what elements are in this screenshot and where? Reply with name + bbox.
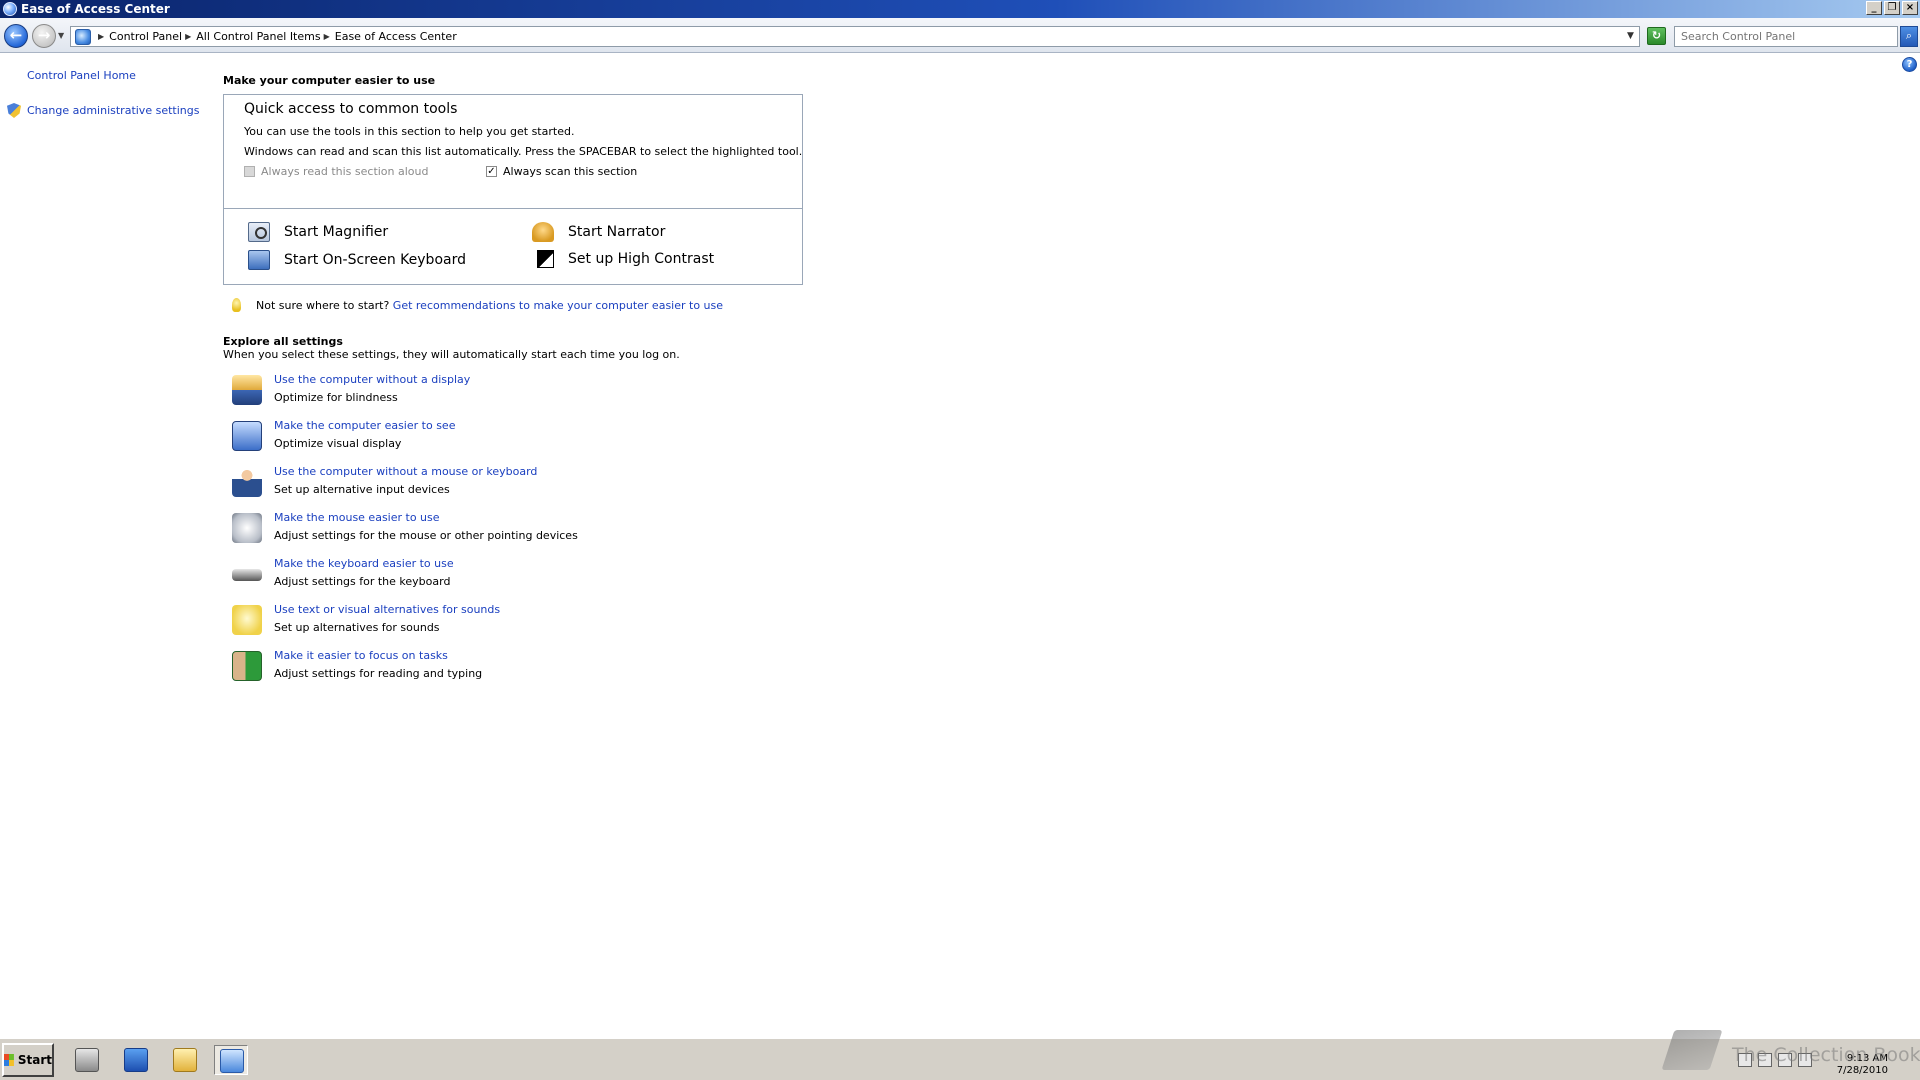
help-icon[interactable]: ?: [1902, 57, 1917, 72]
book-icon: [1661, 1030, 1723, 1070]
high-contrast-icon: [537, 250, 554, 268]
setting-desc: Optimize visual display: [274, 437, 402, 450]
close-button[interactable]: ×: [1902, 1, 1918, 15]
start-magnifier-label: Start Magnifier: [284, 224, 389, 240]
taskbar-explorer[interactable]: [168, 1045, 202, 1075]
read-aloud-checkbox[interactable]: Always read this section aloud: [244, 165, 429, 178]
start-label: Start: [17, 1053, 52, 1067]
speech-bubble-icon: [232, 605, 262, 635]
start-on-screen-keyboard-button[interactable]: Start On-Screen Keyboard: [248, 250, 466, 270]
setting-link[interactable]: Use the computer without a display: [274, 373, 470, 386]
explore-settings-title: Explore all settings: [223, 335, 343, 348]
tip-prefix: Not sure where to start?: [256, 299, 390, 312]
mouse-icon: [232, 513, 262, 543]
windows-logo-icon: [4, 1054, 14, 1066]
checkbox-unchecked[interactable]: [244, 166, 255, 177]
get-recommendations-link[interactable]: Get recommendations to make your compute…: [393, 299, 723, 312]
forward-button[interactable]: →: [32, 24, 56, 48]
scan-label: Always scan this section: [503, 165, 638, 178]
search-input[interactable]: [1675, 27, 1897, 46]
chevron-right-icon[interactable]: ▶: [98, 32, 104, 41]
setup-high-contrast-button[interactable]: Set up High Contrast: [537, 250, 714, 268]
control-panel-home-link[interactable]: Control Panel Home: [27, 69, 136, 82]
minimize-button[interactable]: _: [1866, 1, 1882, 15]
setting-desc: Adjust settings for reading and typing: [274, 667, 483, 680]
breadcrumb-ease-of-access[interactable]: Ease of Access Center: [335, 30, 457, 43]
quick-access-title: Quick access to common tools: [244, 101, 458, 117]
checkbox-checked[interactable]: ✓: [486, 166, 497, 177]
breadcrumb-control-panel[interactable]: Control Panel: [109, 30, 182, 43]
setting-desc: Set up alternatives for sounds: [274, 621, 440, 634]
page-title: Make your computer easier to use: [223, 74, 436, 87]
visual-setting-icon: [232, 421, 262, 451]
taskbar: Start 9:13 AM 7/28/2010: [0, 1038, 1920, 1080]
setting-desc: Set up alternative input devices: [274, 483, 450, 496]
watermark-text: The Collection Book: [1732, 1044, 1920, 1066]
start-on-screen-keyboard-label: Start On-Screen Keyboard: [284, 252, 466, 268]
taskbar-powershell[interactable]: [119, 1045, 153, 1075]
address-bar: ← → ▼ ▶ Control Panel ▶ All Control Pane…: [0, 18, 1920, 53]
focus-tasks-icon: [232, 651, 262, 681]
powershell-icon: [124, 1048, 148, 1072]
recent-pages-dropdown[interactable]: ▼: [58, 31, 64, 40]
restore-button[interactable]: ❐: [1884, 1, 1900, 15]
folder-icon: [173, 1048, 197, 1072]
server-manager-icon: [75, 1048, 99, 1072]
title-bar: Ease of Access Center _ ❐ ×: [0, 0, 1920, 18]
setting-desc: Adjust settings for the mouse or other p…: [274, 529, 578, 542]
setting-link[interactable]: Use text or visual alternatives for soun…: [274, 603, 500, 616]
read-aloud-label: Always read this section aloud: [261, 165, 429, 178]
setting-link[interactable]: Make it easier to focus on tasks: [274, 649, 448, 662]
setting-link[interactable]: Make the computer easier to see: [274, 419, 455, 432]
setting-link[interactable]: Make the keyboard easier to use: [274, 557, 454, 570]
refresh-button[interactable]: ↻: [1647, 27, 1666, 45]
setting-desc: Adjust settings for the keyboard: [274, 575, 451, 588]
search-box: [1674, 26, 1898, 47]
narrator-icon: [532, 222, 554, 242]
explore-settings-desc: When you select these settings, they wil…: [223, 348, 680, 361]
start-narrator-label: Start Narrator: [568, 224, 666, 240]
alternative-input-icon: [232, 467, 262, 497]
divider: [224, 208, 802, 209]
quick-access-panel: Quick access to common tools You can use…: [223, 94, 803, 285]
breadcrumb-all-items[interactable]: All Control Panel Items: [196, 30, 320, 43]
quick-access-line2: Windows can read and scan this list auto…: [244, 145, 803, 158]
ease-of-access-icon: [3, 2, 17, 16]
taskbar-server-manager[interactable]: [70, 1045, 104, 1075]
recommendation-tip: Not sure where to start? Get recommendat…: [256, 299, 723, 312]
keyboard-icon: [232, 569, 262, 581]
search-icon[interactable]: ⌕: [1900, 26, 1918, 47]
setup-high-contrast-label: Set up High Contrast: [568, 251, 715, 267]
on-screen-keyboard-icon: [248, 250, 270, 270]
scan-checkbox[interactable]: ✓ Always scan this section: [486, 165, 637, 178]
quick-access-line1: You can use the tools in this section to…: [244, 125, 575, 138]
control-panel-icon: [75, 28, 91, 45]
setting-link[interactable]: Use the computer without a mouse or keyb…: [274, 465, 537, 478]
setting-desc: Optimize for blindness: [274, 391, 398, 404]
taskbar-control-panel[interactable]: [214, 1045, 248, 1075]
display-setting-icon: [232, 375, 262, 405]
lightbulb-icon: [232, 298, 241, 312]
shield-icon: [7, 103, 21, 118]
window-title: Ease of Access Center: [21, 2, 170, 16]
start-magnifier-button[interactable]: Start Magnifier: [248, 222, 388, 242]
back-button[interactable]: ←: [4, 24, 28, 48]
setting-link[interactable]: Make the mouse easier to use: [274, 511, 440, 524]
change-admin-settings-link[interactable]: Change administrative settings: [27, 104, 199, 117]
window-controls: _ ❐ ×: [1866, 1, 1918, 15]
control-panel-icon: [220, 1049, 244, 1073]
chevron-right-icon[interactable]: ▶: [185, 32, 191, 41]
address-box[interactable]: ▶ Control Panel ▶ All Control Panel Item…: [70, 26, 1640, 47]
chevron-right-icon[interactable]: ▶: [324, 32, 330, 41]
start-button[interactable]: Start: [2, 1043, 54, 1077]
magnifier-icon: [248, 222, 270, 242]
start-narrator-button[interactable]: Start Narrator: [532, 222, 665, 242]
watermark: The Collection Book: [1661, 1030, 1920, 1074]
address-dropdown[interactable]: ▼: [1627, 31, 1634, 41]
